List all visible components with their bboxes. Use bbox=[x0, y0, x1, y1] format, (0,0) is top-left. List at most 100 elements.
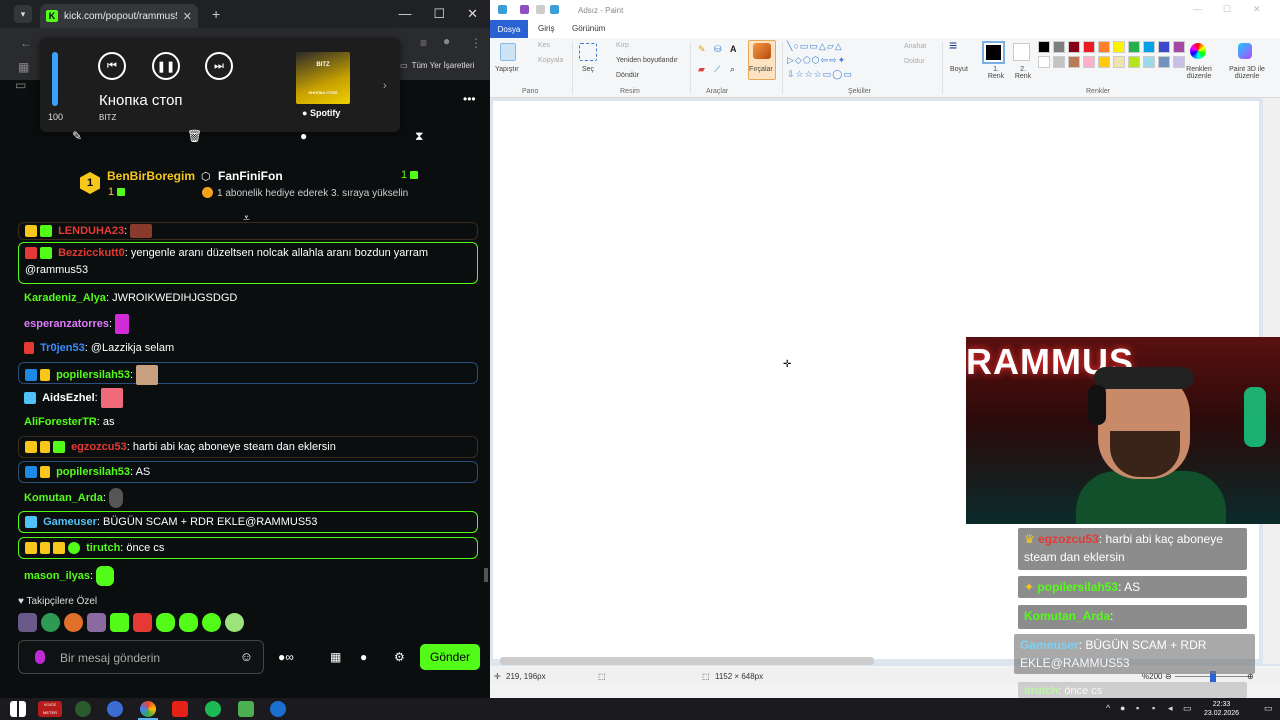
chat-username[interactable]: Gameuser bbox=[43, 516, 97, 528]
copy-button[interactable]: Kopyala bbox=[538, 57, 563, 64]
mic-icon[interactable] bbox=[35, 650, 45, 664]
palette-swatch[interactable] bbox=[1143, 41, 1155, 53]
paint-maximize-button[interactable]: ☐ bbox=[1223, 4, 1231, 15]
chat-username[interactable]: LENDUHA23 bbox=[58, 225, 124, 237]
color1-button[interactable] bbox=[982, 41, 1005, 64]
palette-swatch[interactable] bbox=[1128, 41, 1140, 53]
resize-button[interactable]: Yeniden boyutlandır bbox=[616, 57, 678, 64]
palette-swatch[interactable] bbox=[1173, 56, 1185, 68]
paste-label[interactable]: Yapıştır bbox=[495, 66, 519, 73]
palette-swatch[interactable] bbox=[1083, 41, 1095, 53]
brushes-label[interactable]: Fırçalar bbox=[749, 66, 773, 73]
bookmarks-folder[interactable]: ▭ Tüm Yer İşaretleri bbox=[400, 61, 474, 70]
close-window-button[interactable]: ✕ bbox=[467, 6, 478, 22]
emote-icon[interactable] bbox=[18, 613, 37, 632]
chat-username[interactable]: popilersilah53 bbox=[56, 369, 130, 381]
palette-swatch[interactable] bbox=[1143, 56, 1155, 68]
color1-label[interactable]: 1. Renk bbox=[986, 66, 1006, 80]
spotify-icon[interactable] bbox=[205, 701, 221, 717]
chat-bubble-icon[interactable]: ● bbox=[300, 129, 307, 143]
gear-icon[interactable]: ⚙ bbox=[394, 650, 405, 664]
shapes-row-1-icon[interactable]: ╲○▭▭△▱△ bbox=[787, 41, 843, 52]
chat-username[interactable]: Komutan_Arda bbox=[24, 492, 103, 504]
palette-swatch[interactable] bbox=[1068, 41, 1080, 53]
emote-icon[interactable] bbox=[179, 613, 198, 632]
palette-swatch[interactable] bbox=[1128, 56, 1140, 68]
second-gifter-name[interactable]: FanFiniFon bbox=[218, 169, 283, 183]
chrome-icon[interactable] bbox=[140, 701, 156, 717]
palette-swatch[interactable] bbox=[1158, 41, 1170, 53]
pause-button[interactable]: ❚❚ bbox=[152, 52, 180, 80]
chat-username[interactable]: Karadeniz_Alya bbox=[24, 292, 106, 304]
color2-button[interactable] bbox=[1013, 43, 1030, 61]
chat-input[interactable]: Bir mesaj gönderin ☺ bbox=[18, 640, 264, 674]
outline-button[interactable]: Anahat bbox=[904, 43, 926, 50]
shapes-row-2-icon[interactable]: ▷◇⬠⬡⇦⇨✦ bbox=[787, 55, 846, 66]
steam-icon[interactable] bbox=[270, 701, 286, 717]
emote-icon[interactable] bbox=[64, 613, 83, 632]
chat-scrollbar[interactable] bbox=[484, 568, 488, 582]
undo-icon[interactable] bbox=[536, 5, 545, 14]
store-icon[interactable]: ▦ bbox=[330, 650, 341, 664]
tray-app-icon[interactable]: ▪ bbox=[1152, 703, 1155, 713]
cut-button[interactable]: Kes bbox=[538, 42, 550, 49]
minimize-button[interactable]: — bbox=[398, 6, 411, 22]
pin-icon[interactable]: ✎ bbox=[72, 129, 82, 143]
chat-username[interactable]: tirutch bbox=[86, 542, 120, 554]
chat-username[interactable]: egzozcu53 bbox=[71, 441, 127, 453]
browser-menu-icon[interactable]: ⋮ bbox=[470, 36, 482, 50]
maximize-button[interactable]: ☐ bbox=[433, 6, 445, 22]
pencil-icon[interactable]: ✎ bbox=[698, 44, 706, 55]
previous-track-button[interactable]: ⏮ bbox=[98, 52, 126, 80]
emote-icon[interactable] bbox=[87, 613, 106, 632]
volume-bar[interactable] bbox=[52, 52, 58, 106]
extensions-icon[interactable]: ≡ bbox=[420, 36, 427, 50]
top-gifter-name[interactable]: BenBirBoregim bbox=[107, 169, 195, 183]
chat-username[interactable]: AliForesterTR bbox=[24, 416, 97, 428]
palette-swatch[interactable] bbox=[1113, 56, 1125, 68]
select-label[interactable]: Seç bbox=[582, 66, 594, 73]
app-icon[interactable] bbox=[75, 701, 91, 717]
clock[interactable]: 22:33 23.02.2026 bbox=[1204, 700, 1239, 718]
magnifier-icon[interactable]: ⌕ bbox=[730, 64, 735, 75]
next-track-button[interactable]: ⏭ bbox=[205, 52, 233, 80]
palette-swatch[interactable] bbox=[1113, 41, 1125, 53]
notification-icon[interactable]: ▭ bbox=[1264, 703, 1273, 714]
edit-colors-icon[interactable] bbox=[1190, 43, 1206, 59]
emote-icon[interactable] bbox=[110, 613, 129, 632]
paint3d-button[interactable]: Paint 3D ile düzenle bbox=[1228, 66, 1266, 80]
send-button[interactable]: Gönder bbox=[420, 644, 480, 670]
palette-swatch[interactable] bbox=[1158, 56, 1170, 68]
palette-swatch[interactable] bbox=[1038, 41, 1050, 53]
crop-button[interactable]: Kırp bbox=[616, 42, 629, 49]
tab-view[interactable]: Görünüm bbox=[572, 24, 605, 33]
fill-bucket-icon[interactable]: ⛁ bbox=[714, 44, 722, 55]
text-icon[interactable]: A bbox=[730, 44, 737, 54]
emoji-icon[interactable]: ☺ bbox=[240, 649, 253, 664]
redo-icon[interactable] bbox=[550, 5, 559, 14]
start-icon[interactable] bbox=[10, 701, 26, 717]
palette-swatch[interactable] bbox=[1083, 56, 1095, 68]
select-icon[interactable] bbox=[579, 43, 597, 61]
size-icon[interactable]: ≡ bbox=[949, 38, 957, 52]
paint-close-button[interactable]: ✕ bbox=[1253, 4, 1261, 15]
color2-label[interactable]: 2. Renk bbox=[1013, 66, 1033, 80]
mic-tray-icon[interactable]: ● bbox=[1120, 703, 1125, 713]
save-icon[interactable] bbox=[520, 5, 529, 14]
palette-swatch[interactable] bbox=[1053, 41, 1065, 53]
close-tab-icon[interactable]: ✕ bbox=[183, 10, 192, 23]
app-icon[interactable] bbox=[107, 701, 123, 717]
hourglass-icon[interactable]: ⧗ bbox=[415, 129, 423, 144]
emote-icon[interactable] bbox=[202, 613, 221, 632]
shapes-row-3-icon[interactable]: ⇩☆☆☆▭◯▭ bbox=[787, 69, 853, 80]
palette-swatch[interactable] bbox=[1068, 56, 1080, 68]
speaker-icon[interactable]: ◂ bbox=[1168, 703, 1173, 714]
emote-icon[interactable] bbox=[156, 613, 175, 632]
chat-username[interactable]: Tr0jen53 bbox=[40, 342, 85, 354]
emote-icon[interactable] bbox=[133, 613, 152, 632]
paste-icon[interactable] bbox=[500, 43, 516, 61]
edit-colors-button[interactable]: Renkleri düzenle bbox=[1185, 66, 1213, 80]
tray-chevron-icon[interactable]: ^ bbox=[1106, 703, 1110, 713]
browser-tab[interactable]: K kick.com/popout/rammus53/c ✕ bbox=[40, 4, 198, 28]
eraser-icon[interactable]: ▰ bbox=[698, 64, 705, 75]
